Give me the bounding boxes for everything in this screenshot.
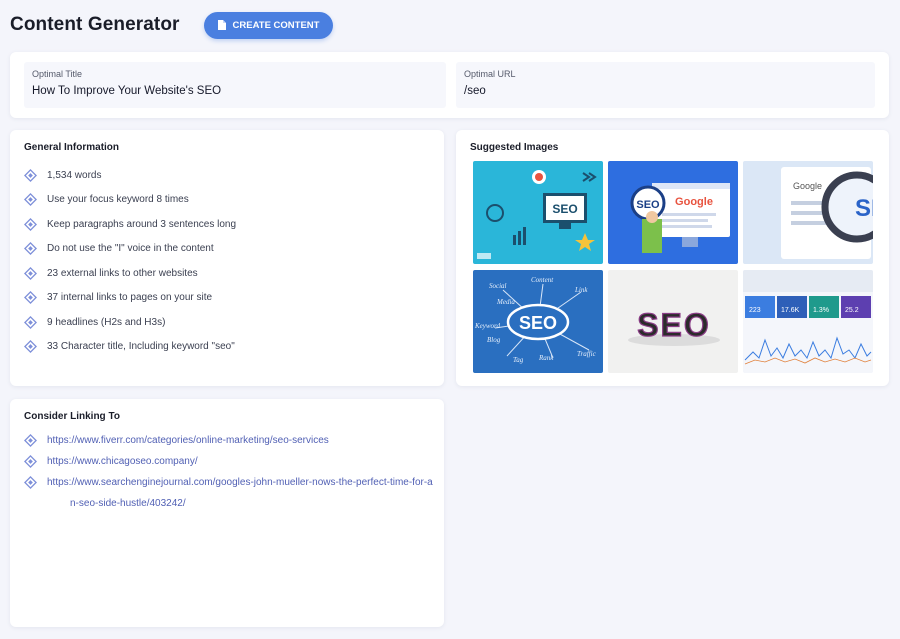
create-content-label: CREATE CONTENT [232, 19, 320, 31]
info-text: 37 internal links to pages on your site [47, 292, 213, 304]
thumb-text: Social [489, 282, 507, 290]
thumb-text: 223 [749, 307, 761, 314]
diamond-bullet-icon [24, 340, 37, 353]
info-text: 23 external links to other websites [47, 267, 198, 279]
thumb-text: Link [574, 286, 588, 294]
list-item: Use your focus keyword 8 times [24, 188, 236, 213]
list-item: https://www.chicagoseo.company/ [24, 451, 434, 472]
thumb-text: SE [855, 195, 873, 222]
create-content-button[interactable]: CREATE CONTENT [203, 11, 334, 39]
general-information-heading: General Information [24, 142, 120, 153]
list-item: 1,534 words [24, 163, 236, 188]
thumb-text: Traffic [577, 350, 597, 358]
suggested-image-6[interactable]: 223 17.6K 1.3% 25.2 [743, 270, 873, 373]
info-text: 9 headlines (H2s and H3s) [47, 316, 166, 328]
thumb-text: Keyword [474, 322, 501, 330]
info-text: 1,534 words [47, 169, 102, 181]
diamond-bullet-icon [24, 316, 37, 329]
suggested-image-5[interactable]: SEO [608, 270, 738, 373]
diamond-bullet-icon [24, 476, 37, 489]
seo-analytics-image: 223 17.6K 1.3% 25.2 [743, 270, 873, 373]
image-grid: SEO Google SEO Google S SEO Social Media… [473, 161, 873, 373]
seo-mindmap-image: SEO Social Media Content Link Keyword Bl… [473, 270, 603, 373]
suggested-images-heading: Suggested Images [470, 142, 559, 153]
seo-google-image: Google SEO [608, 161, 738, 264]
list-item: 33 Character title, Including keyword "s… [24, 335, 236, 360]
page-title: Content Generator [10, 14, 180, 35]
diamond-bullet-icon [24, 455, 37, 468]
suggested-link[interactable]: https://www.chicagoseo.company/ [47, 451, 198, 472]
consider-linking-card: Consider Linking To https://www.fiverr.c… [10, 399, 444, 627]
suggested-link[interactable]: https://www.fiverr.com/categories/online… [47, 430, 329, 451]
info-text: Use your focus keyword 8 times [47, 194, 189, 206]
thumb-text: SEO [519, 313, 557, 333]
optimal-url-value[interactable]: /seo [464, 85, 867, 97]
general-information-card: General Information 1,534 words Use your… [10, 130, 444, 386]
optimal-title-label: Optimal Title [32, 69, 83, 79]
thumb-text: Content [531, 276, 554, 284]
diamond-bullet-icon [24, 434, 37, 447]
thumb-text: 25.2 [845, 307, 859, 314]
list-item: 9 headlines (H2s and H3s) [24, 310, 236, 335]
list-item: https://www.searchenginejournal.com/goog… [24, 472, 434, 514]
suggested-images-card: Suggested Images SEO Google SEO Google S… [456, 130, 889, 386]
thumb-text: Blog [487, 336, 501, 344]
suggested-link[interactable]: https://www.searchenginejournal.com/goog… [47, 472, 434, 514]
optimal-title-field[interactable]: Optimal Title How To Improve Your Websit… [24, 62, 446, 108]
diamond-bullet-icon [24, 193, 37, 206]
suggested-image-3[interactable]: Google SE [743, 161, 873, 264]
diamond-bullet-icon [24, 242, 37, 255]
info-text: Keep paragraphs around 3 sentences long [47, 218, 237, 230]
optimal-title-value[interactable]: How To Improve Your Website's SEO [32, 85, 438, 97]
thumb-text: Google [675, 196, 713, 208]
seo-magnifier-image: Google SE [743, 161, 873, 264]
thumb-text: Google [793, 181, 822, 191]
consider-linking-heading: Consider Linking To [24, 411, 120, 422]
list-item: 37 internal links to pages on your site [24, 286, 236, 311]
diamond-bullet-icon [24, 291, 37, 304]
diamond-bullet-icon [24, 218, 37, 231]
seo-infographic-image: SEO [473, 161, 603, 264]
thumb-text: SEO [552, 202, 577, 216]
suggested-image-4[interactable]: SEO Social Media Content Link Keyword Bl… [473, 270, 603, 373]
list-item: Do not use the "I" voice in the content [24, 237, 236, 262]
diamond-bullet-icon [24, 267, 37, 280]
optimal-url-label: Optimal URL [464, 69, 516, 79]
document-icon [217, 20, 226, 30]
suggested-image-1[interactable]: SEO [473, 161, 603, 264]
seo-letters-image: SEO [608, 270, 738, 373]
list-item: 23 external links to other websites [24, 261, 236, 286]
header: Content Generator CREATE CONTENT [10, 10, 334, 40]
thumb-text: SEO [637, 307, 711, 343]
optimal-url-field[interactable]: Optimal URL /seo [456, 62, 875, 108]
info-text: Do not use the "I" voice in the content [47, 243, 214, 255]
info-text: 33 Character title, Including keyword "s… [47, 341, 235, 353]
thumb-text: SEO [636, 199, 660, 211]
general-information-list: 1,534 words Use your focus keyword 8 tim… [24, 163, 236, 359]
optimal-card: Optimal Title How To Improve Your Websit… [10, 52, 889, 118]
thumb-text: Tag [513, 356, 524, 364]
list-item: https://www.fiverr.com/categories/online… [24, 430, 434, 451]
list-item: Keep paragraphs around 3 sentences long [24, 212, 236, 237]
consider-linking-list: https://www.fiverr.com/categories/online… [24, 430, 434, 514]
suggested-image-2[interactable]: Google SEO [608, 161, 738, 264]
diamond-bullet-icon [24, 169, 37, 182]
thumb-text: 17.6K [781, 307, 800, 314]
thumb-text: 1.3% [813, 307, 829, 314]
thumb-text: Media [496, 298, 515, 306]
thumb-text: Rank [538, 354, 554, 362]
